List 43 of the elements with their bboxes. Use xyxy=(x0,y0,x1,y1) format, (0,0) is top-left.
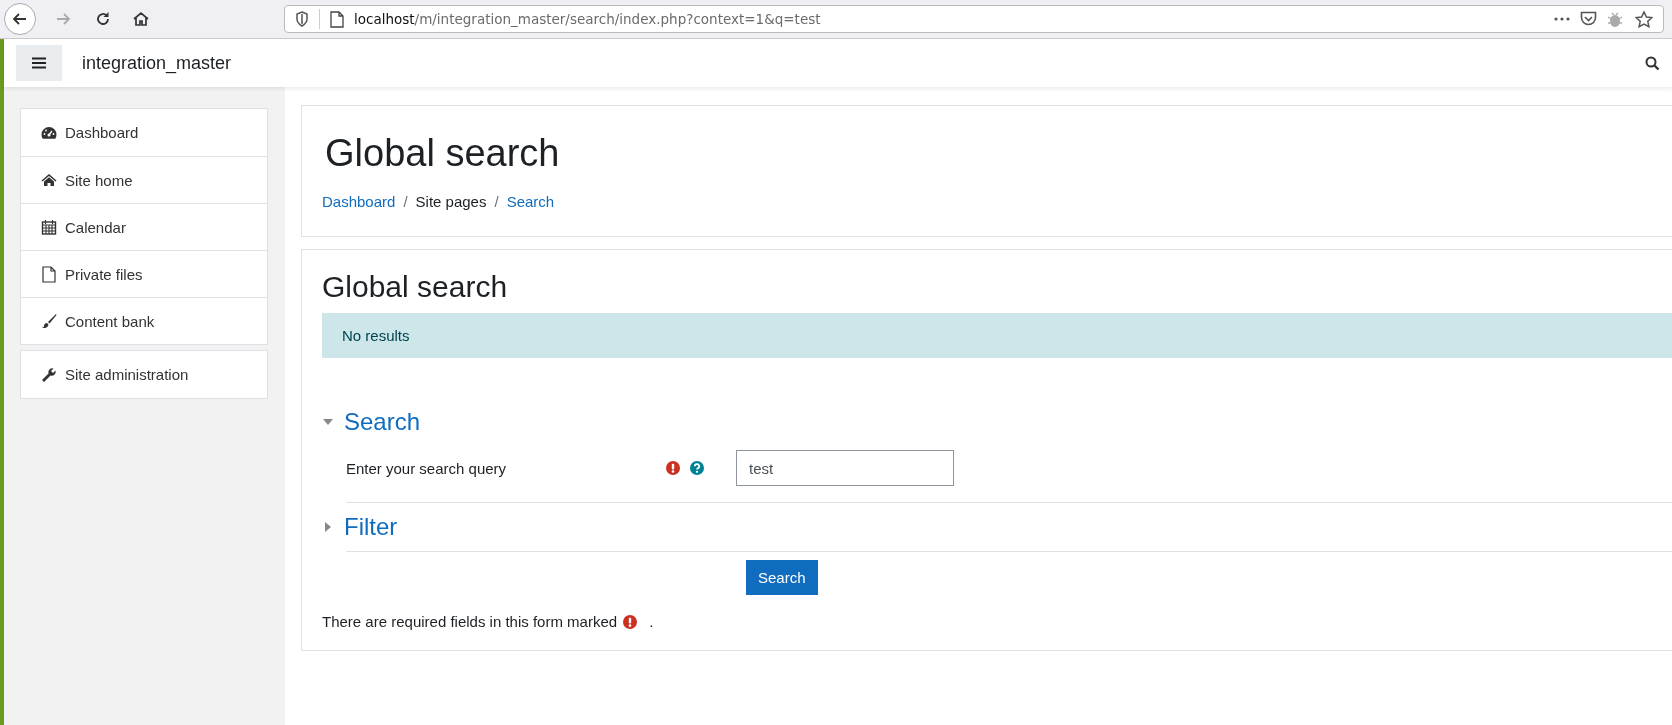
nav-item[interactable]: Site administration xyxy=(21,351,267,398)
required-icon xyxy=(623,614,638,629)
back-button[interactable] xyxy=(4,3,36,35)
fieldset-toggle[interactable]: Search xyxy=(322,398,421,446)
file-icon xyxy=(41,265,57,283)
nav-item[interactable]: Dashboard xyxy=(21,109,267,156)
wrench-icon xyxy=(41,366,57,383)
nav-item[interactable]: Site home xyxy=(21,156,267,203)
breadcrumb-link[interactable]: Dashboard xyxy=(322,193,396,210)
section-title: Global search xyxy=(322,270,509,304)
nav-item[interactable]: Private files xyxy=(21,250,267,297)
fieldset-toggle[interactable]: Filter xyxy=(322,503,398,551)
address-bar[interactable]: localhost/m/integration_master/search/index.php?context=1&q=test xyxy=(284,5,1664,33)
star-icon[interactable] xyxy=(1635,10,1653,28)
site-name[interactable]: integration_master xyxy=(82,52,232,74)
home-icon[interactable] xyxy=(132,10,150,28)
search-query-field[interactable]: test xyxy=(736,450,954,486)
note-period: . xyxy=(649,613,654,630)
url-text[interactable]: localhost/m/integration_master/search/index.php?context=1&q=test xyxy=(354,11,821,27)
menu-button[interactable] xyxy=(16,45,62,81)
nav-item[interactable]: Calendar xyxy=(21,203,267,250)
help-icon[interactable] xyxy=(690,461,704,475)
page-title: Global search xyxy=(325,132,561,175)
gauge-icon xyxy=(41,125,57,140)
shield-icon[interactable] xyxy=(295,11,309,27)
page-icon xyxy=(330,10,344,28)
breadcrumb-separator: / xyxy=(403,193,408,210)
menu-icon xyxy=(32,57,46,69)
breadcrumb-separator: / xyxy=(494,193,499,210)
brush-icon xyxy=(41,313,57,329)
field-label: Enter your search query xyxy=(346,459,508,477)
breadcrumb-link[interactable]: Search xyxy=(506,193,555,210)
search-icon[interactable] xyxy=(1645,55,1660,71)
breadcrumb-text: Site pages xyxy=(415,193,487,210)
required-note: There are required fields in this form marked xyxy=(322,613,618,630)
nav-item[interactable]: Content bank xyxy=(21,297,267,344)
reload-icon[interactable] xyxy=(94,10,112,28)
pocket-icon[interactable] xyxy=(1580,11,1597,27)
search-button[interactable]: Search xyxy=(746,560,818,595)
house-icon xyxy=(41,173,57,187)
more-icon[interactable] xyxy=(1554,17,1570,21)
calendar-icon xyxy=(41,219,57,235)
info-notice: No results xyxy=(322,313,1672,358)
